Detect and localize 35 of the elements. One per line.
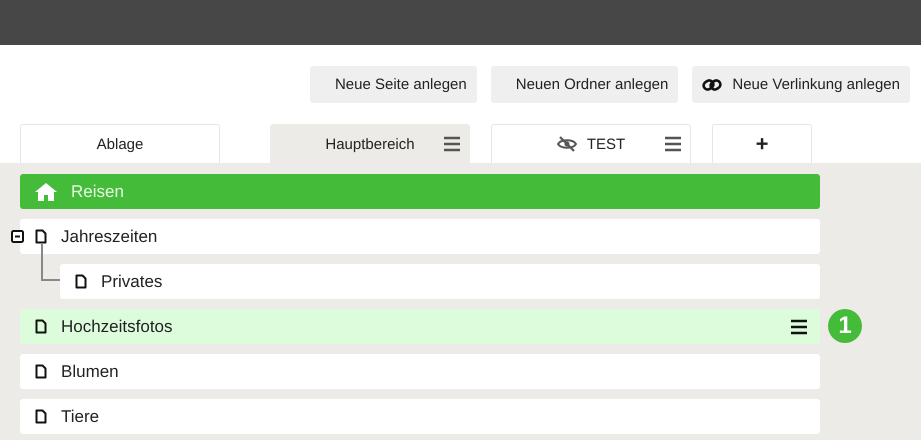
link-icon	[702, 78, 722, 92]
toolbar-button[interactable]: Neue Verlinkung anlegen	[692, 66, 910, 103]
area-tab[interactable]: +	[712, 124, 812, 163]
document-icon	[35, 364, 47, 379]
tab-label: Ablage	[96, 136, 144, 152]
tree-item[interactable]: Hochzeitsfotos	[20, 309, 820, 344]
document-icon	[35, 229, 47, 244]
item-label: Tiere	[61, 406, 100, 426]
document-icon	[35, 319, 47, 334]
tree-item[interactable]: Blumen	[20, 354, 820, 389]
item-label: Hochzeitsfotos	[61, 316, 174, 336]
home-icon	[35, 182, 57, 200]
collapse-icon[interactable]	[11, 230, 24, 243]
item-label: Privates	[101, 272, 164, 292]
item-label: Blumen	[61, 362, 120, 382]
tree-item[interactable]: Privates	[60, 264, 820, 299]
count-badge: 1	[828, 309, 862, 343]
menu-icon[interactable]	[790, 318, 808, 334]
item-label: Jahreszeiten	[61, 226, 158, 246]
tab-label: TEST	[586, 136, 626, 152]
document-icon	[75, 274, 87, 289]
document-icon	[35, 409, 47, 424]
item-label: Reisen	[71, 182, 125, 202]
toolbar-button[interactable]: Neue Seite anlegen	[310, 66, 477, 103]
tab-label: +	[756, 131, 768, 157]
area-tab[interactable]: Ablage	[20, 124, 220, 163]
tree-item[interactable]: Tiere	[20, 399, 820, 434]
hidden-icon	[556, 136, 577, 152]
toolbar-button[interactable]: Neuen Ordner anlegen	[490, 66, 678, 103]
tree-item[interactable]: Jahreszeiten	[20, 219, 820, 254]
area-tab[interactable]: TEST	[491, 124, 691, 163]
menu-icon[interactable]	[443, 136, 461, 152]
tab-label: Hauptbereich	[325, 136, 415, 152]
menu-icon[interactable]	[664, 136, 682, 152]
area-tab[interactable]: Hauptbereich	[270, 124, 470, 163]
